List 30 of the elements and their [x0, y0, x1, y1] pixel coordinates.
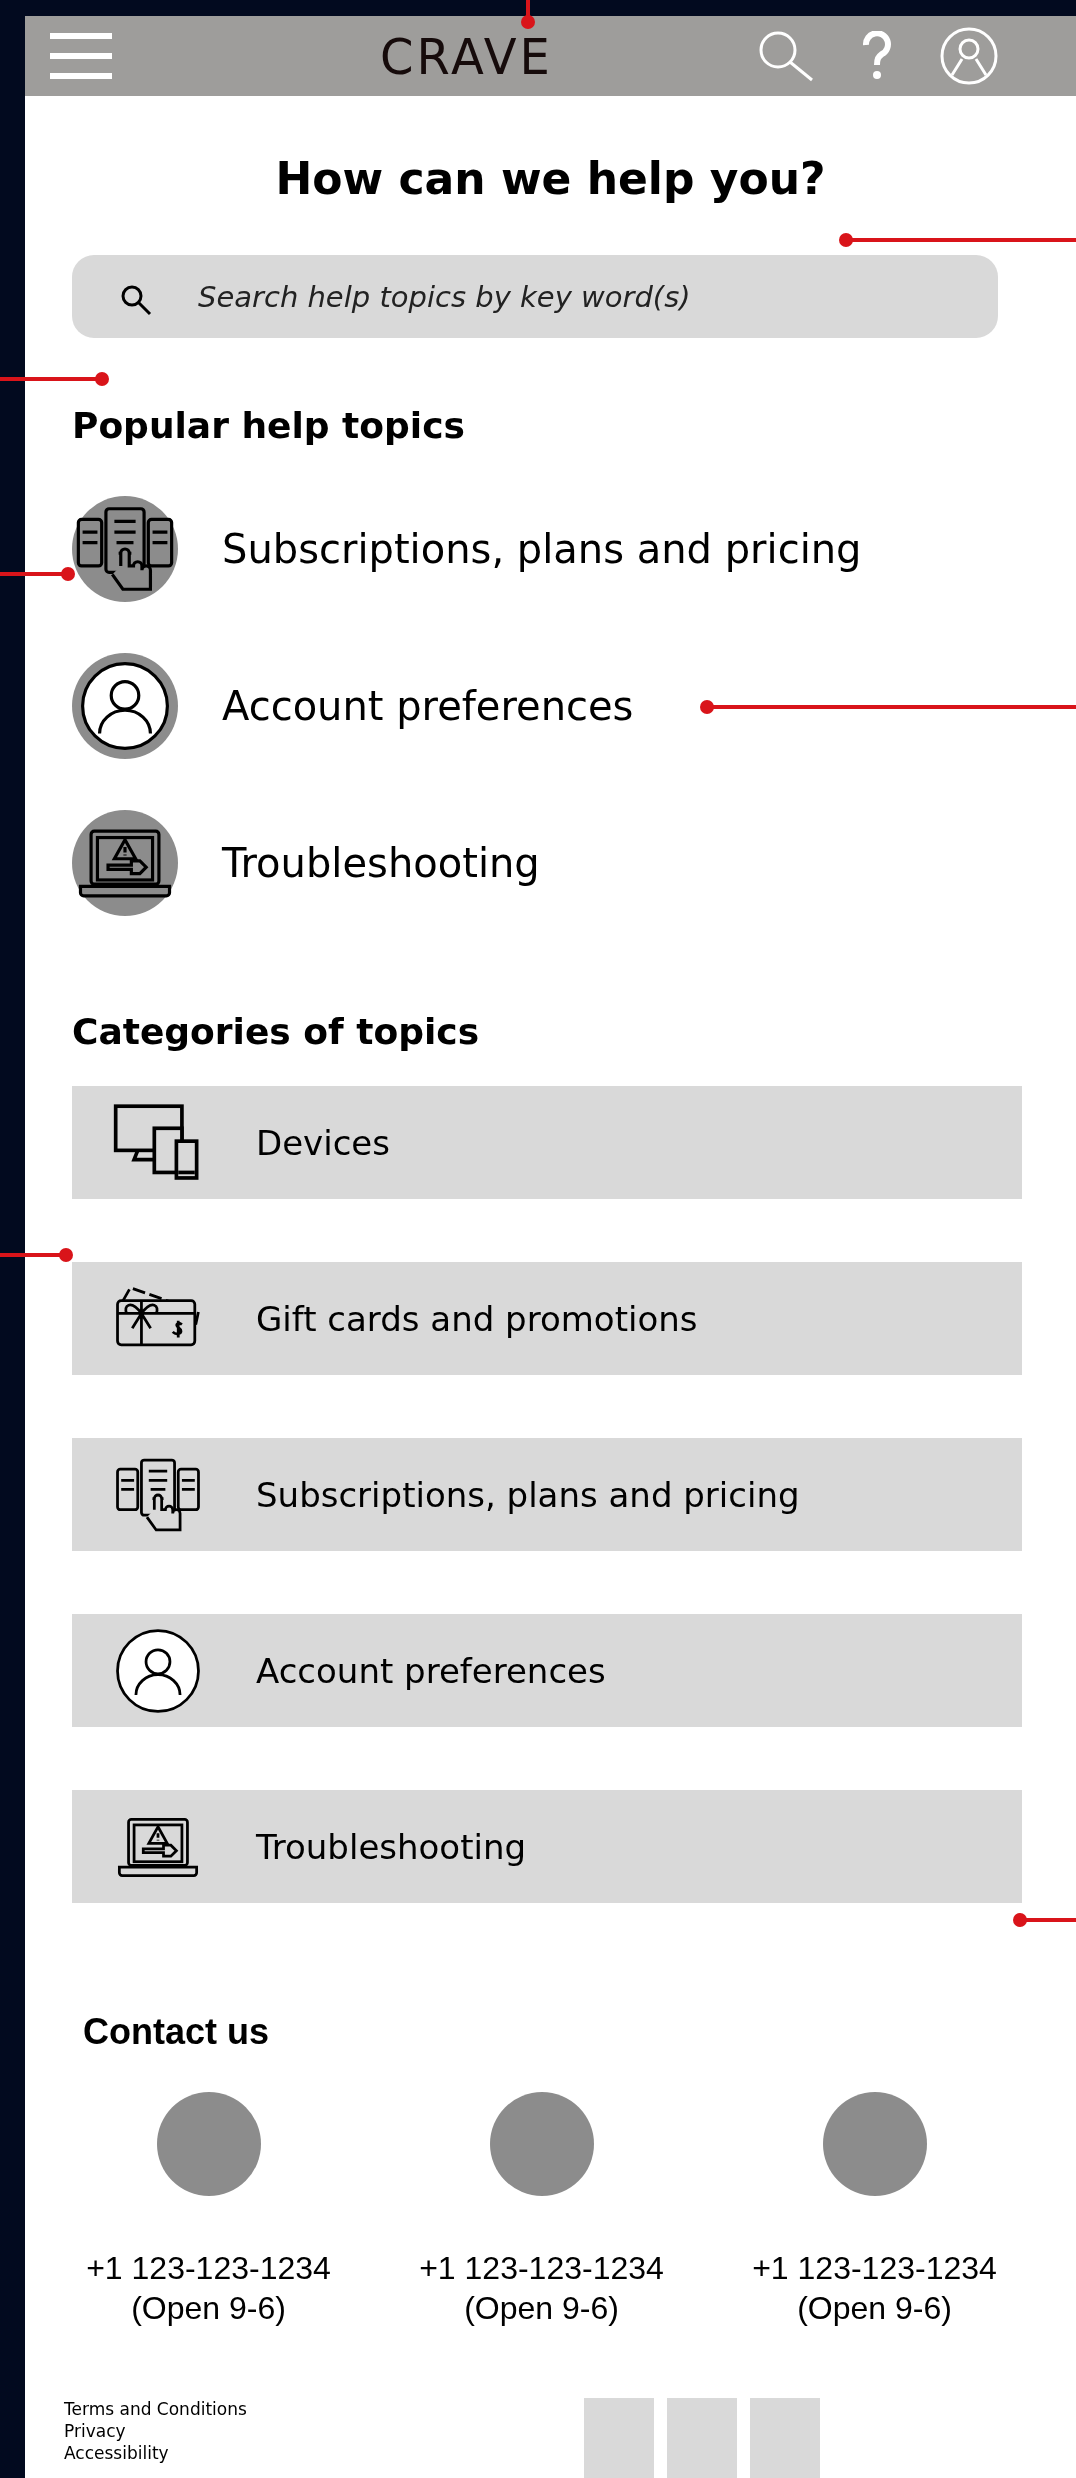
pricing-sheets-icon — [72, 496, 178, 602]
section-heading: Contact us — [83, 2010, 270, 2054]
help-topic-link[interactable]: Account preferences — [72, 653, 1076, 759]
user-icon — [72, 653, 178, 759]
help-topic-link[interactable]: Troubleshooting — [72, 810, 1076, 916]
menu-icon[interactable] — [50, 33, 112, 80]
annotation-pin — [521, 0, 535, 29]
footer-link[interactable]: Terms and Conditions — [64, 2398, 247, 2420]
help-icon[interactable] — [862, 31, 892, 82]
category-button[interactable]: Troubleshooting — [72, 1790, 1022, 1903]
section-heading: Categories of topics — [72, 1010, 481, 1054]
page-title: How can we help you? — [274, 152, 827, 207]
help-topic-link[interactable]: Subscriptions, plans and pricing — [72, 496, 1076, 602]
category-button[interactable]: Devices — [72, 1086, 1022, 1199]
profile-icon[interactable] — [940, 27, 998, 86]
phone-number: +1 123-123-1234 (Open 9-6) — [419, 2249, 664, 2328]
footer-link[interactable]: Accessibility — [64, 2442, 169, 2464]
laptop-warning-icon — [72, 810, 178, 916]
section-heading: Popular help topics — [72, 404, 466, 448]
logo[interactable]: CRAVE — [380, 26, 553, 86]
footer-link[interactable]: Privacy — [64, 2420, 126, 2442]
category-button[interactable]: Subscriptions, plans and pricing — [72, 1438, 1022, 1551]
search-icon — [120, 284, 152, 317]
phone-number: +1 123-123-1234 (Open 9-6) — [752, 2249, 997, 2328]
search-field[interactable]: Search help topics by key word(s) — [72, 255, 998, 338]
category-button[interactable]: Gift cards and promotions — [72, 1262, 1022, 1375]
search-icon[interactable] — [758, 30, 814, 83]
phone-number: +1 123-123-1234 (Open 9-6) — [86, 2249, 331, 2328]
annotation-pin — [1013, 1913, 1076, 1927]
category-button[interactable]: Account preferences — [72, 1614, 1022, 1727]
